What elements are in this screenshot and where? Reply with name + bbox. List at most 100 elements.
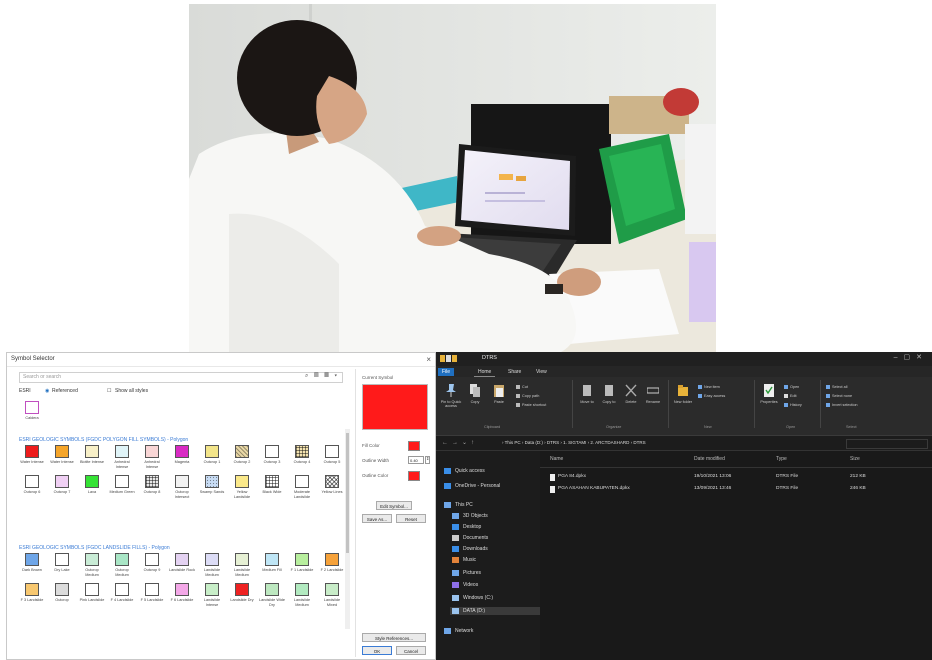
symbol-swatch[interactable]: Lava	[79, 475, 105, 505]
properties-button[interactable]: Properties	[758, 381, 780, 415]
symbol-swatch[interactable]: Magenta	[169, 445, 195, 475]
nav-item[interactable]: Quick access	[444, 467, 485, 475]
copy-path-button[interactable]: Copy path	[516, 394, 539, 399]
column-header-type[interactable]: Type	[776, 456, 787, 462]
symbol-swatch[interactable]: Landslide Wide Dry	[259, 583, 285, 613]
symbol-swatch[interactable]: Black Wide	[259, 475, 285, 505]
edit-button[interactable]: Edit	[784, 394, 797, 399]
symbol-swatch[interactable]: Water Intense	[49, 445, 75, 475]
symbol-swatch[interactable]: Swamp Sands	[199, 475, 225, 505]
save-as-button[interactable]: Save As...	[362, 514, 392, 523]
copy-to-button[interactable]: Copy to	[598, 381, 620, 415]
select-none-button[interactable]: Select none	[826, 394, 852, 399]
tab-file[interactable]: File	[438, 368, 455, 376]
symbol-swatch[interactable]: Caldera	[19, 401, 45, 431]
column-header-size[interactable]: Size	[850, 456, 860, 462]
copy-button[interactable]: Copy	[464, 381, 486, 415]
history-button[interactable]: History	[784, 403, 802, 408]
symbol-swatch[interactable]: Outcrop 4	[289, 445, 315, 475]
open-button[interactable]: Open	[784, 385, 799, 390]
cut-button[interactable]: Cut	[516, 385, 528, 390]
tab-view[interactable]: View	[532, 368, 551, 376]
symbol-swatch[interactable]: Outcrop 5	[319, 445, 345, 475]
symbol-swatch[interactable]: Outcrop	[49, 583, 75, 613]
paste-button[interactable]: Paste	[488, 381, 510, 415]
symbol-swatch[interactable]: Landslide Mixed	[319, 583, 345, 613]
symbol-swatch[interactable]: Medium Green	[109, 475, 135, 505]
file-row[interactable]: PGA 84.dpkx 19/10/2021 13:06 DTRS File 212 …	[540, 473, 932, 482]
edit-symbol-button[interactable]: Edit Symbol...	[376, 501, 412, 510]
symbol-swatch[interactable]: Yellow Lines	[319, 475, 345, 505]
symbol-swatch[interactable]: Landslide Intense	[199, 583, 225, 613]
symbol-swatch[interactable]: Landslide Dry	[229, 583, 255, 613]
nav-item[interactable]: Pictures	[452, 569, 481, 577]
search-input[interactable]: Search or search ⌕ ▤ ▦ ▾	[19, 372, 343, 383]
symbol-swatch[interactable]: Outcrop 9	[139, 553, 165, 583]
referenced-label[interactable]: Referenced	[52, 388, 78, 394]
close-icon[interactable]: ×	[426, 353, 431, 366]
symbol-swatch[interactable]: F 2 Landslide	[319, 553, 345, 583]
explorer-search-input[interactable]	[846, 439, 928, 449]
navigation-arrows[interactable]: ←→⌄↑	[442, 439, 478, 446]
invert-selection-button[interactable]: Invert selection	[826, 403, 858, 408]
paste-shortcut-button[interactable]: Paste shortcut	[516, 403, 546, 408]
nav-item[interactable]: Music	[452, 556, 476, 564]
symbol-swatch[interactable]: Pink Landslide	[79, 583, 105, 613]
tab-home[interactable]: Home	[474, 368, 496, 377]
symbol-swatch[interactable]: Outcrop Medium	[109, 553, 135, 583]
outline-color-picker[interactable]	[408, 471, 420, 481]
rename-button[interactable]: Rename	[642, 381, 664, 415]
save-icon[interactable]	[446, 355, 451, 362]
folder-icon[interactable]	[452, 355, 457, 362]
symbol-swatch[interactable]: Medium Fill	[259, 553, 285, 583]
nav-item[interactable]: This PC	[444, 501, 473, 509]
symbol-swatch[interactable]: Landslide Medium	[229, 553, 255, 583]
symbol-swatch[interactable]: Outcrop 2	[229, 445, 255, 475]
quick-access-toolbar[interactable]	[440, 355, 472, 363]
symbol-swatch[interactable]: Yellow Landslide	[229, 475, 255, 505]
checkbox-icon[interactable]: ☐	[107, 388, 111, 394]
nav-item[interactable]: Downloads	[452, 545, 488, 553]
file-row[interactable]: PGA ASAHAN KABUPATEN.dpkx 13/09/2021 13:4…	[540, 485, 932, 494]
symbol-swatch[interactable]: F 5 Landslide	[139, 583, 165, 613]
pin-quick-access-button[interactable]: Pin to Quick access	[440, 381, 462, 415]
window-controls[interactable]: –▢✕	[894, 353, 928, 361]
cancel-button[interactable]: Cancel	[396, 646, 426, 655]
style-references-button[interactable]: Style References...	[362, 633, 426, 642]
tab-share[interactable]: Share	[504, 368, 525, 376]
radio-icon[interactable]: ◉	[45, 388, 49, 394]
symbol-swatch[interactable]: Outcrop 6	[19, 475, 45, 505]
ok-button[interactable]: OK	[362, 646, 392, 655]
symbol-swatch[interactable]: Outcrop Intersect	[169, 475, 195, 505]
symbol-swatch[interactable]: Outcrop 3	[259, 445, 285, 475]
reset-button[interactable]: Reset	[396, 514, 426, 523]
move-to-button[interactable]: Move to	[576, 381, 598, 415]
nav-item[interactable]: Documents	[452, 534, 488, 542]
gallery-scrollbar[interactable]	[345, 429, 350, 629]
outline-width-input[interactable]: 0.40	[408, 456, 424, 464]
nav-item[interactable]: DATA (D:)	[450, 607, 540, 615]
new-folder-button[interactable]: New folder	[672, 381, 694, 415]
style-dropdown[interactable]: ESRI	[19, 388, 31, 394]
symbol-swatch[interactable]: F 4 Landslide	[109, 583, 135, 613]
nav-item[interactable]: 3D Objects	[452, 512, 488, 520]
fill-color-picker[interactable]	[408, 441, 420, 451]
symbol-swatch[interactable]: Outcrop 7	[49, 475, 75, 505]
show-all-styles-label[interactable]: Show all styles	[115, 388, 148, 394]
symbol-swatch[interactable]: F 6 Landslide	[169, 583, 195, 613]
nav-item[interactable]: Videos	[452, 581, 478, 589]
nav-item[interactable]: OneDrive - Personal	[444, 482, 500, 490]
nav-item[interactable]: Network	[444, 627, 473, 635]
column-header-date[interactable]: Date modified	[694, 456, 725, 462]
address-path[interactable]: › This PC › Data (D:) › DTRS › 1. SIGTAM…	[502, 439, 802, 447]
symbol-swatch[interactable]: Outcrop 1	[199, 445, 225, 475]
nav-item[interactable]: Desktop	[452, 523, 481, 531]
nav-item[interactable]: Windows (C:)	[452, 594, 493, 602]
select-all-button[interactable]: Select all	[826, 385, 847, 390]
symbol-swatch[interactable]: F 3 Landslide	[19, 583, 45, 613]
easy-access-button[interactable]: Easy access	[698, 394, 725, 399]
scrollbar-thumb[interactable]	[346, 433, 349, 553]
symbol-swatch[interactable]: Outcrop 8	[139, 475, 165, 505]
new-item-button[interactable]: New item	[698, 385, 720, 390]
column-header-name[interactable]: Name	[550, 456, 563, 462]
